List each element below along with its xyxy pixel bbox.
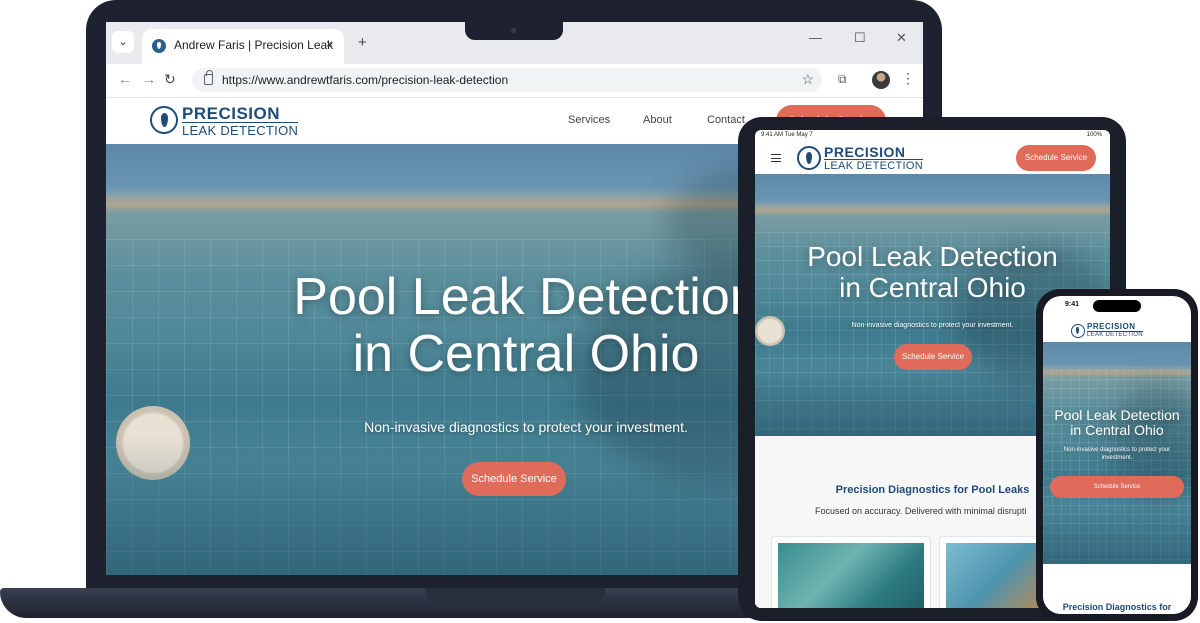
phone-site-logo[interactable]: PRECISION LEAK DETECTION (1071, 322, 1151, 339)
laptop-notch (465, 22, 563, 40)
hero-title-line-1: Pool Leak Detection (807, 241, 1058, 272)
minimize-button[interactable]: — (809, 30, 822, 45)
logo-word-precision: PRECISION (1087, 322, 1136, 331)
logo-word-leak-detection: LEAK DETECTION (182, 122, 299, 138)
back-button[interactable]: ← (118, 71, 132, 87)
logo-word-leak-detection: LEAK DETECTION (824, 159, 923, 172)
phone-hero-schedule-button[interactable]: Schedule Service (1050, 476, 1184, 498)
nav-about[interactable]: About (643, 114, 672, 126)
pool-skimmer (755, 316, 785, 346)
tablet-header-schedule-button[interactable]: Schedule Service (1016, 145, 1096, 171)
tablet-status-time: 9:41 AM Tue May 7 (761, 132, 813, 138)
phone-site-header: PRECISION LEAK DETECTION (1043, 320, 1191, 342)
tab-close-icon[interactable]: × (326, 37, 333, 51)
laptop-hinge-groove (425, 588, 605, 602)
tab-search-button[interactable]: ⌄ (112, 31, 134, 53)
device-mockup-stage: ⌄ Andrew Faris | Precision Leak × + — ☐ … (0, 0, 1200, 623)
phone-section-title: Precision Diagnostics for (1062, 602, 1172, 612)
phone-screen: 9:41 PRECISION LEAK DETECTION Pool Leak … (1043, 296, 1191, 614)
extensions-icon[interactable]: ⧉ (838, 72, 847, 87)
forward-button[interactable]: → (142, 71, 156, 87)
tablet-battery: 100% (1086, 132, 1102, 138)
browser-tab-active[interactable]: Andrew Faris | Precision Leak × (142, 29, 344, 64)
hamburger-menu-icon[interactable] (771, 154, 781, 162)
browser-toolbar: ← → ↻ https://www.andrewtfaris.com/preci… (106, 64, 923, 98)
browser-menu-icon[interactable]: ⋮ (901, 70, 915, 87)
service-card-image (778, 543, 924, 608)
site-info-icon[interactable] (204, 70, 213, 85)
logo-word-precision: PRECISION (182, 104, 281, 123)
water-drop-icon (797, 146, 821, 170)
phone-hero-section: Pool Leak Detection in Central Ohio Non-… (1043, 342, 1191, 564)
nav-services[interactable]: Services (568, 114, 610, 126)
maximize-button[interactable]: ☐ (854, 30, 866, 46)
camera-icon (511, 28, 516, 33)
phone-status-time: 9:41 (1065, 301, 1080, 308)
close-window-button[interactable]: ✕ (896, 30, 907, 46)
nav-contact[interactable]: Contact (707, 114, 745, 126)
favicon-icon (152, 39, 166, 53)
tab-title: Andrew Faris | Precision Leak (174, 38, 334, 52)
new-tab-button[interactable]: + (358, 34, 367, 51)
url-text: https://www.andrewtfaris.com/precision-l… (222, 73, 509, 87)
water-drop-icon (150, 106, 178, 134)
water-drop-icon (1071, 324, 1085, 338)
phone-services-section: Precision Diagnostics for (1043, 564, 1191, 614)
hero-schedule-button[interactable]: Schedule Service (462, 462, 566, 496)
logo-word-leak-detection: LEAK DETECTION (1087, 331, 1143, 338)
tablet-site-logo[interactable]: PRECISION LEAK DETECTION (797, 144, 923, 172)
service-card[interactable] (771, 536, 931, 608)
site-logo[interactable]: PRECISION LEAK DETECTION (150, 104, 299, 138)
bookmark-star-icon[interactable]: ☆ (801, 71, 814, 88)
address-bar[interactable]: https://www.andrewtfaris.com/precision-l… (192, 68, 822, 92)
water-reflection (1043, 504, 1191, 564)
tablet-hero-schedule-button[interactable]: Schedule Service (894, 344, 972, 370)
profile-avatar[interactable] (872, 71, 890, 89)
dynamic-island (1093, 300, 1141, 312)
phone-hero-subtitle: Non-invasive diagnostics to protect your… (1063, 447, 1171, 462)
logo-word-precision: PRECISION (824, 144, 906, 160)
phone-hero-title: Pool Leak Detection in Central Ohio (1049, 407, 1185, 439)
hero-title-line-2: in Central Ohio (1070, 422, 1164, 439)
reload-button[interactable]: ↻ (164, 71, 176, 88)
